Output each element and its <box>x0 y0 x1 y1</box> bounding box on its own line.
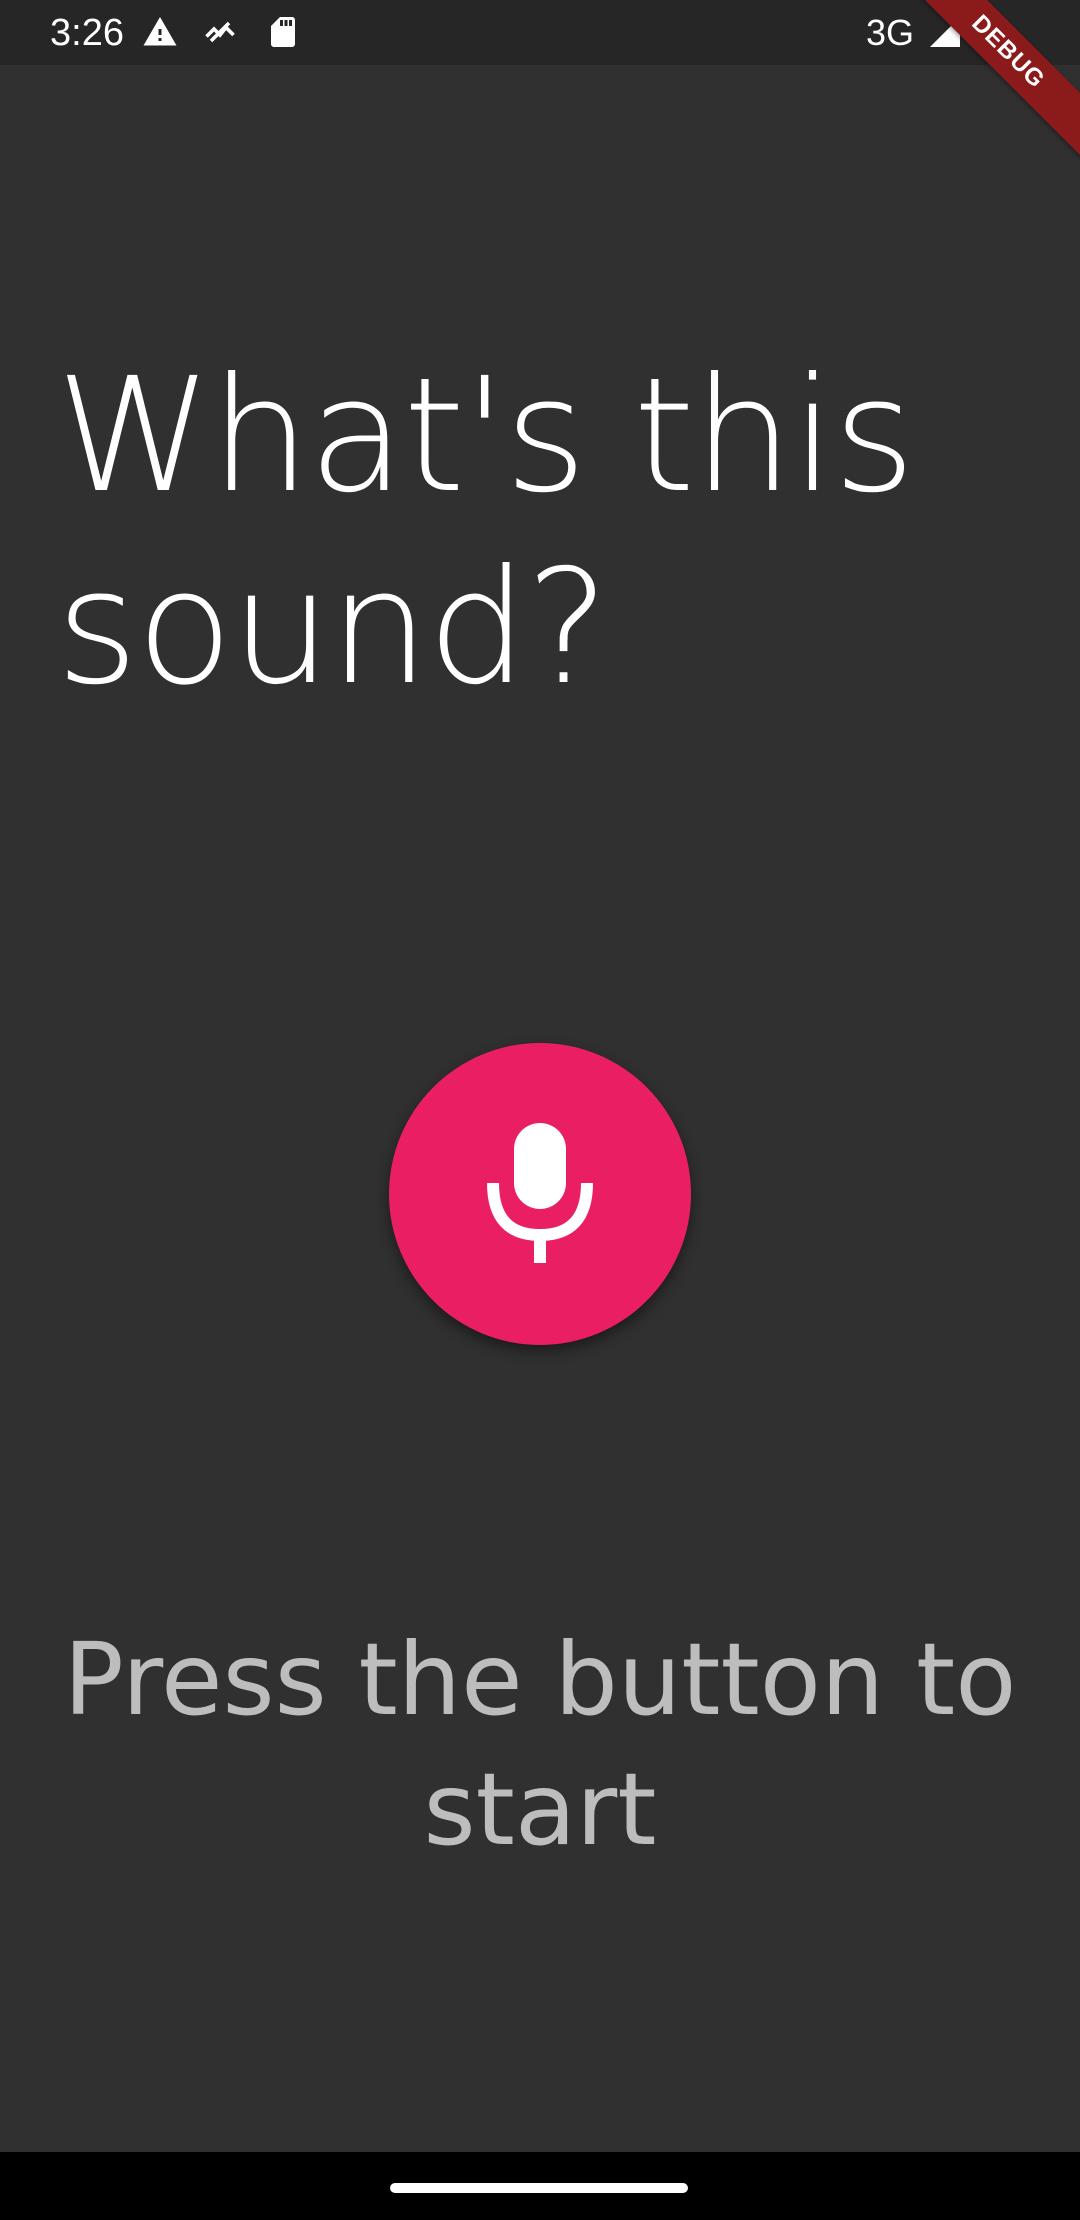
navigation-bar <box>0 2152 1080 2220</box>
app-screen: 3:26 3G DEBUG What's this sound? Press t… <box>0 0 1080 2220</box>
status-time: 3:26 <box>50 12 124 54</box>
hint-text: Press the button to start <box>40 1615 1040 1875</box>
title-line-2: sound? <box>56 536 609 720</box>
page-title: What's this sound? <box>56 340 1016 724</box>
sd-card-icon <box>263 14 303 50</box>
microphone-icon <box>485 1123 595 1263</box>
signal-wave-icon <box>200 14 240 50</box>
network-type: 3G <box>866 12 915 53</box>
home-gesture-handle[interactable] <box>390 2183 688 2193</box>
status-bar: 3:26 3G <box>0 0 1080 65</box>
title-line-1: What's this <box>56 344 915 528</box>
hint-line-1: Press the button to <box>63 1621 1017 1738</box>
record-button[interactable] <box>389 1043 691 1345</box>
warning-icon <box>140 14 180 50</box>
hint-line-2: start <box>423 1751 657 1868</box>
